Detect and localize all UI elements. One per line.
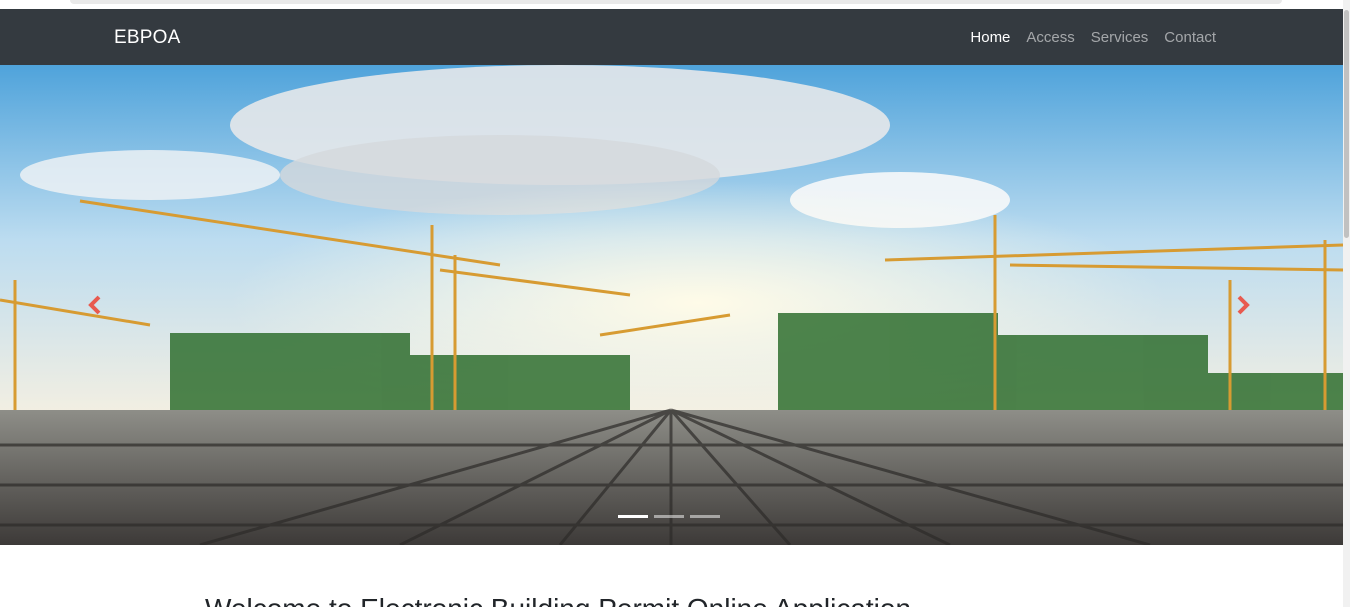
nav-services[interactable]: Services [1091, 29, 1149, 46]
carousel-indicators [618, 515, 720, 518]
nav-links: Home Access Services Contact [970, 29, 1216, 46]
chevron-right-icon [1237, 295, 1250, 315]
nav-access[interactable]: Access [1026, 29, 1074, 46]
nav-home[interactable]: Home [970, 29, 1010, 46]
scrollbar-thumb[interactable] [1344, 10, 1349, 238]
page-scrollbar[interactable] [1343, 0, 1350, 607]
carousel-slide-image [0, 65, 1343, 545]
carousel-indicator-3[interactable] [690, 515, 720, 518]
carousel-indicator-2[interactable] [654, 515, 684, 518]
nav-contact[interactable]: Contact [1164, 29, 1216, 46]
address-bar-edge [70, 0, 1282, 4]
carousel-next-button[interactable] [1230, 293, 1254, 317]
chevron-left-icon [88, 295, 101, 315]
carousel-indicator-1[interactable] [618, 515, 648, 518]
hero-carousel [0, 65, 1343, 545]
browser-top-strip [0, 0, 1343, 9]
carousel-prev-button[interactable] [84, 293, 108, 317]
brand-logo[interactable]: EBPOA [114, 27, 180, 49]
navbar: EBPOA Home Access Services Contact [0, 9, 1343, 65]
welcome-heading: Welcome to Electronic Building Permit On… [205, 593, 911, 607]
